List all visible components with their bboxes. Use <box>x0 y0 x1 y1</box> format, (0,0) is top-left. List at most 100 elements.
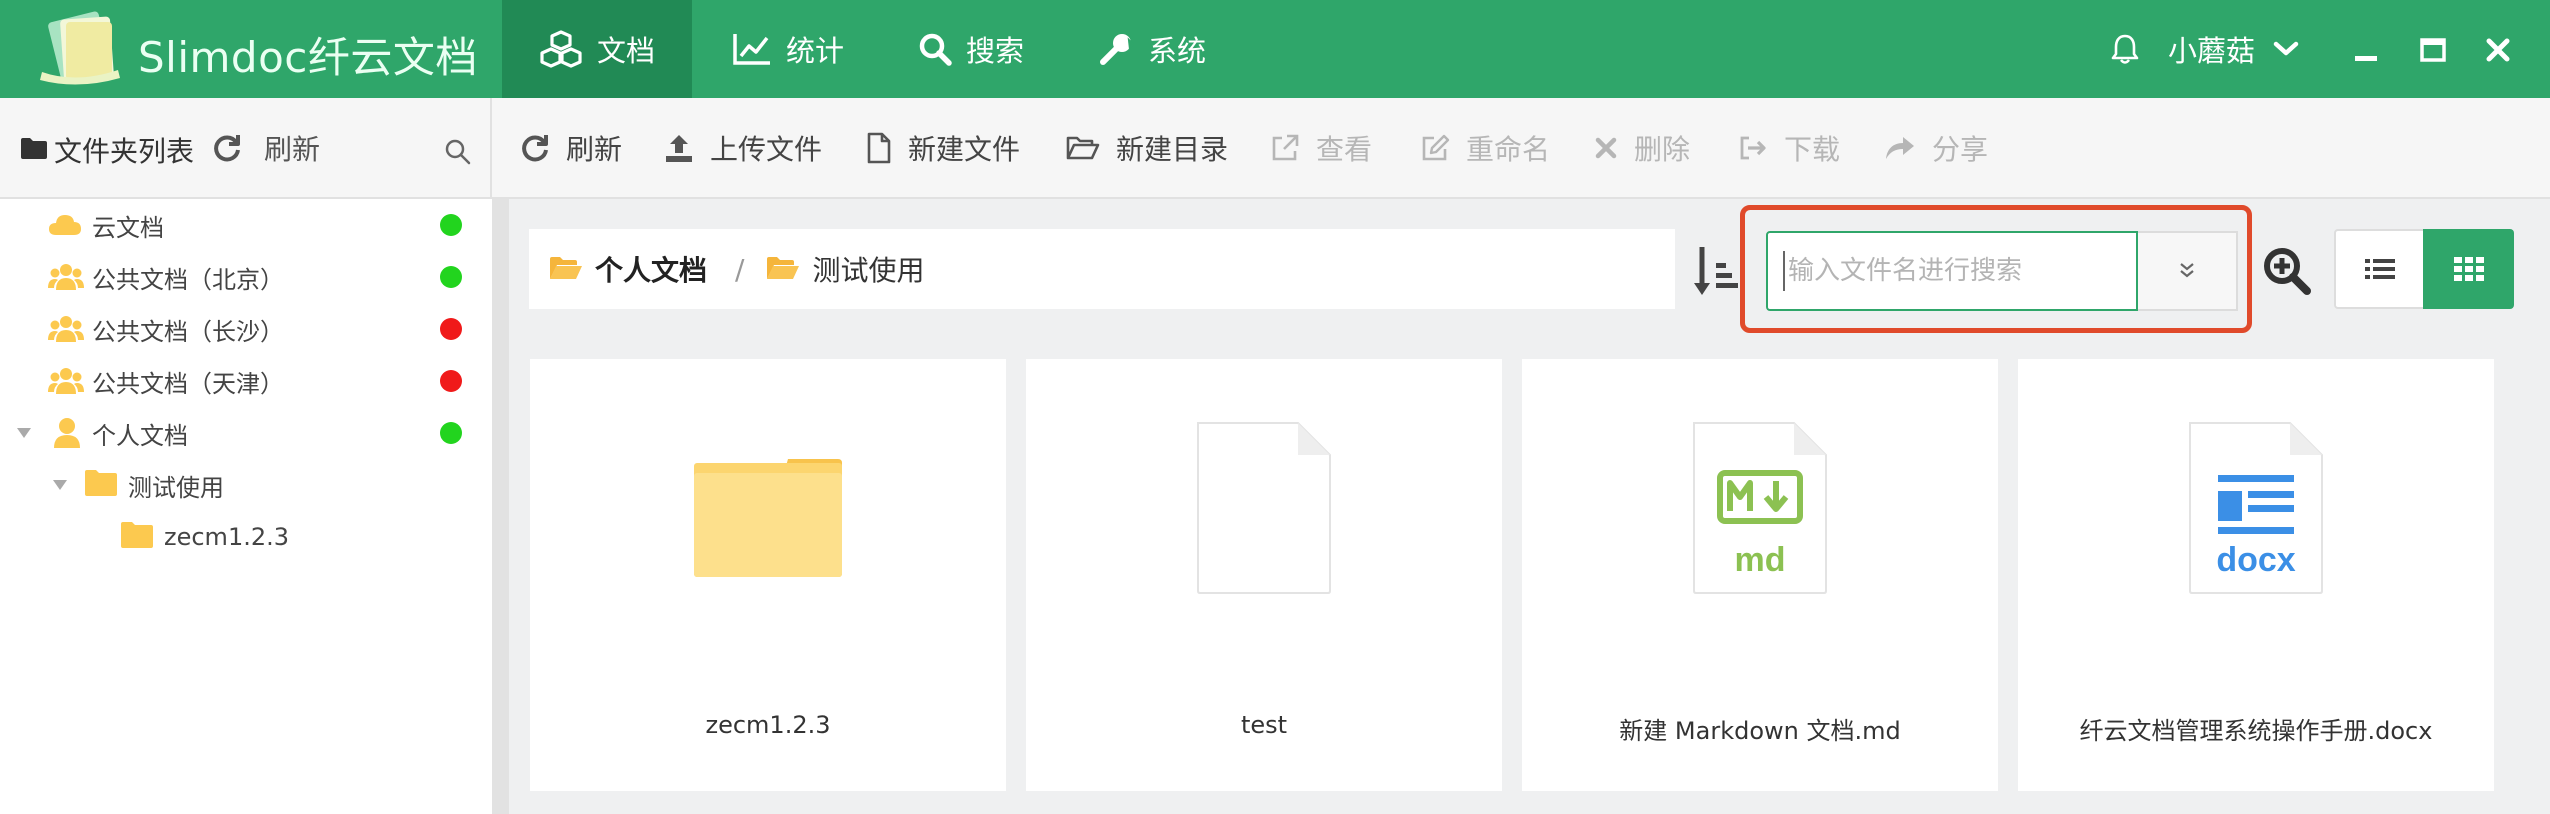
status-dot-offline <box>440 370 462 392</box>
file-card-test[interactable]: test <box>1026 359 1502 791</box>
file-name: test <box>1240 711 1288 739</box>
bell-icon[interactable] <box>2110 33 2140 65</box>
double-chevron-down-icon <box>2180 263 2194 278</box>
tree-item-label: 测试使用 <box>128 473 224 502</box>
tree-item-cloud-docs[interactable]: 云文档 <box>0 199 492 251</box>
refresh-button[interactable]: 刷新 <box>520 98 622 197</box>
file-thumbnail <box>530 419 1006 599</box>
refresh-icon <box>522 134 548 161</box>
file-badge: md <box>1735 541 1786 579</box>
tree-item-test-folder[interactable]: 测试使用 <box>0 459 492 511</box>
nav-docs[interactable]: 文档 <box>502 0 692 98</box>
view-label: 查看 <box>1316 132 1373 166</box>
grid-icon <box>2453 257 2484 281</box>
tree-item-public-beijing[interactable]: 公共文档（北京） <box>0 251 492 303</box>
file-name: zecm1.2.3 <box>705 711 831 739</box>
close-button[interactable] <box>2478 30 2518 70</box>
status-dot-offline <box>440 318 462 340</box>
folder-icon <box>85 470 117 496</box>
tree-item-public-tianjin[interactable]: 公共文档（天津） <box>0 355 492 407</box>
upload-file-button[interactable]: 上传文件 <box>664 98 822 197</box>
sidebar-title: 文件夹列表 <box>54 135 195 168</box>
sort-icon[interactable] <box>1692 243 1740 299</box>
folder-open-icon <box>550 257 582 279</box>
new-file-button[interactable]: 新建文件 <box>866 98 1020 197</box>
sidebar-header: 文件夹列表 刷新 <box>0 98 492 197</box>
minimize-button[interactable] <box>2346 30 2386 70</box>
file-card-markdown[interactable]: md 新建 Markdown 文档.md <box>1522 359 1998 791</box>
app-title: Slimdoc纤云文档 <box>138 33 478 82</box>
sign-out-icon <box>1740 136 1766 159</box>
breadcrumb: 个人文档 / 测试使用 <box>529 229 1675 309</box>
zoom-in-icon[interactable] <box>2261 245 2313 297</box>
breadcrumb-label: 个人文档 <box>595 254 708 287</box>
upload-file-label: 上传文件 <box>710 132 823 166</box>
search-input[interactable] <box>1766 231 2138 311</box>
tree-item-personal-docs[interactable]: 个人文档 <box>0 407 492 459</box>
users-icon <box>48 368 84 394</box>
folder-open-icon <box>767 257 800 279</box>
delete-label: 删除 <box>1634 132 1691 166</box>
external-link-icon <box>1272 134 1299 160</box>
sidebar-refresh-label: 刷新 <box>264 132 321 166</box>
status-dot-online <box>440 422 462 444</box>
tree-item-label: 公共文档（长沙） <box>92 317 284 346</box>
file-card-docx[interactable]: docx 纤云文档管理系统操作手册.docx <box>2018 359 2494 791</box>
file-icon <box>1197 422 1331 594</box>
user-menu[interactable]: 小蘑菇 <box>2110 0 2299 98</box>
upload-icon <box>666 134 692 162</box>
status-dot-online <box>440 266 462 288</box>
search-icon <box>919 33 952 66</box>
breadcrumb-separator: / <box>735 252 745 286</box>
nav-system[interactable]: 系统 <box>1098 0 1206 98</box>
maximize-button[interactable] <box>2413 30 2453 70</box>
tree-item-public-changsha[interactable]: 公共文档（长沙） <box>0 303 492 355</box>
file-card-folder[interactable]: zecm1.2.3 <box>530 359 1006 791</box>
download-label: 下载 <box>1784 132 1841 166</box>
minimize-icon <box>2355 56 2377 61</box>
maximize-icon <box>2420 38 2446 62</box>
view-button[interactable]: 查看 <box>1270 98 1372 197</box>
download-button[interactable]: 下载 <box>1738 98 1840 197</box>
nav-search-label: 搜索 <box>966 34 1025 68</box>
tree-item-label: 个人文档 <box>92 421 188 450</box>
folder-icon <box>21 138 47 159</box>
new-folder-label: 新建目录 <box>1116 132 1229 166</box>
nav-stats-label: 统计 <box>786 34 845 68</box>
sidebar-splitter[interactable] <box>492 199 509 814</box>
text-cursor <box>1783 251 1785 291</box>
share-button[interactable]: 分享 <box>1884 98 1988 197</box>
top-bar: Slimdoc纤云文档 文档 统计 搜索 系统 小蘑菇 <box>0 0 2550 98</box>
sidebar-refresh-button[interactable]: 刷新 <box>212 98 320 197</box>
breadcrumb-label: 测试使用 <box>812 254 925 287</box>
file-thumbnail: md <box>1522 419 1998 599</box>
folder-icon <box>121 522 153 548</box>
list-view-button[interactable] <box>2334 229 2425 309</box>
rename-button[interactable]: 重命名 <box>1420 98 1550 197</box>
folder-icon <box>694 459 842 577</box>
status-dot-online <box>440 214 462 236</box>
markdown-file-icon: md <box>1693 422 1827 594</box>
caret-down-icon[interactable] <box>16 427 32 439</box>
new-folder-button[interactable]: 新建目录 <box>1066 98 1228 197</box>
share-icon <box>1886 136 1914 159</box>
toolbar: 文件夹列表 刷新 刷新 上传文件 新建文件 新建目录 查看 重命名 删除 下载 … <box>0 98 2550 199</box>
user-name[interactable]: 小蘑菇 <box>2168 28 2255 70</box>
delete-button[interactable]: 删除 <box>1594 98 1690 197</box>
close-icon <box>2486 38 2510 62</box>
search-options-toggle[interactable] <box>2138 231 2238 311</box>
nav-docs-label: 文档 <box>596 34 655 68</box>
breadcrumb-item-test[interactable]: 测试使用 <box>766 249 924 289</box>
tree-item-zecm-folder[interactable]: zecm1.2.3 <box>0 511 492 563</box>
caret-down-icon[interactable] <box>52 479 68 491</box>
nav-stats[interactable]: 统计 <box>732 0 844 98</box>
grid-view-button[interactable] <box>2423 229 2514 309</box>
tree-item-label: 云文档 <box>92 213 164 242</box>
breadcrumb-item-personal[interactable]: 个人文档 <box>549 249 707 289</box>
file-name: 新建 Markdown 文档.md <box>1619 717 1901 745</box>
sidebar-search-icon[interactable] <box>444 138 472 166</box>
new-file-icon <box>867 132 891 163</box>
nav-search[interactable]: 搜索 <box>918 0 1024 98</box>
chevron-down-icon[interactable] <box>2273 40 2299 58</box>
edit-icon <box>1422 134 1450 160</box>
